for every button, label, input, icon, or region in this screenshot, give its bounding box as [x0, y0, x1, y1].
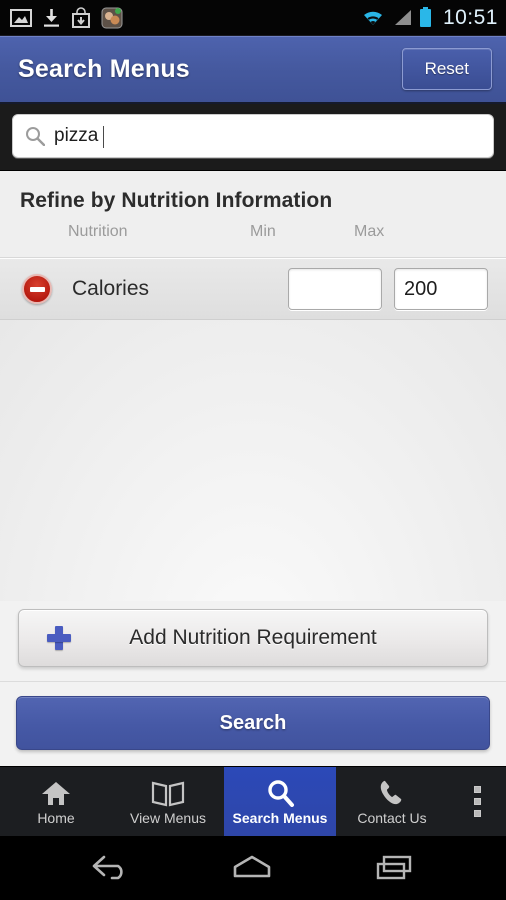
recents-icon[interactable] [372, 852, 418, 884]
tab-contact-us[interactable]: Contact Us [336, 767, 448, 836]
back-icon[interactable] [88, 852, 132, 884]
battery-icon [419, 7, 431, 27]
minus-circle-icon[interactable] [22, 274, 52, 304]
search-icon [265, 777, 295, 807]
status-bar-clock: 10:51 [442, 5, 498, 29]
phone-icon [378, 777, 406, 807]
food-app-icon [101, 7, 123, 28]
status-bar: 10:51 [0, 0, 506, 36]
action-bar: Search Menus Reset [0, 36, 506, 104]
bottom-tab-bar: Home View Menus Search Menus Contact Us [0, 766, 506, 836]
tab-contact-us-label: Contact Us [357, 810, 427, 826]
add-nutrition-requirement-button[interactable]: Add Nutrition Requirement [18, 609, 488, 667]
refine-column-headers: Nutrition Min Max [0, 223, 506, 257]
app-screen: 10:51 Search Menus Reset pizza Refine by… [0, 0, 506, 900]
max-value-input[interactable]: 200 [394, 268, 488, 310]
column-header-min: Min [250, 223, 276, 240]
book-icon [151, 777, 185, 807]
overflow-menu-icon[interactable] [448, 767, 506, 836]
tab-view-menus[interactable]: View Menus [112, 767, 224, 836]
content-empty-area [0, 320, 506, 601]
search-input[interactable]: pizza [12, 114, 494, 158]
play-store-download-icon [72, 6, 90, 28]
tab-home-label: Home [37, 810, 75, 826]
refine-heading: Refine by Nutrition Information [20, 189, 333, 212]
tab-view-menus-label: View Menus [129, 810, 206, 826]
column-header-max: Max [354, 223, 385, 240]
refine-section: Refine by Nutrition Information Nutritio… [0, 171, 506, 258]
nutrition-name-label: Calories [72, 277, 150, 300]
status-bar-system-icons: 10:51 [361, 6, 498, 30]
search-bar: pizza [0, 104, 506, 171]
add-requirement-area: Add Nutrition Requirement [0, 601, 506, 681]
download-icon [44, 8, 59, 27]
image-icon [10, 8, 32, 27]
tab-search-menus[interactable]: Search Menus [224, 767, 336, 836]
column-header-nutrition: Nutrition [68, 223, 128, 240]
page-title: Search Menus [18, 54, 190, 83]
plus-icon [47, 626, 71, 650]
search-input-value: pizza [54, 125, 105, 148]
wifi-icon [363, 11, 382, 25]
add-nutrition-requirement-label: Add Nutrition Requirement [129, 626, 377, 649]
status-bar-notifications [10, 6, 123, 29]
home-icon[interactable] [227, 852, 277, 884]
search-action-area: Search [0, 681, 506, 766]
reset-button[interactable]: Reset [401, 48, 492, 90]
system-navigation-bar [0, 836, 506, 900]
table-row: Calories 200 [0, 258, 506, 320]
min-value-input[interactable] [288, 268, 382, 310]
cell-signal-icon [394, 10, 411, 25]
search-button[interactable]: Search [16, 696, 490, 750]
search-icon [26, 127, 45, 146]
tab-home[interactable]: Home [0, 767, 112, 836]
tab-search-menus-label: Search Menus [232, 810, 328, 826]
home-icon [41, 777, 71, 807]
